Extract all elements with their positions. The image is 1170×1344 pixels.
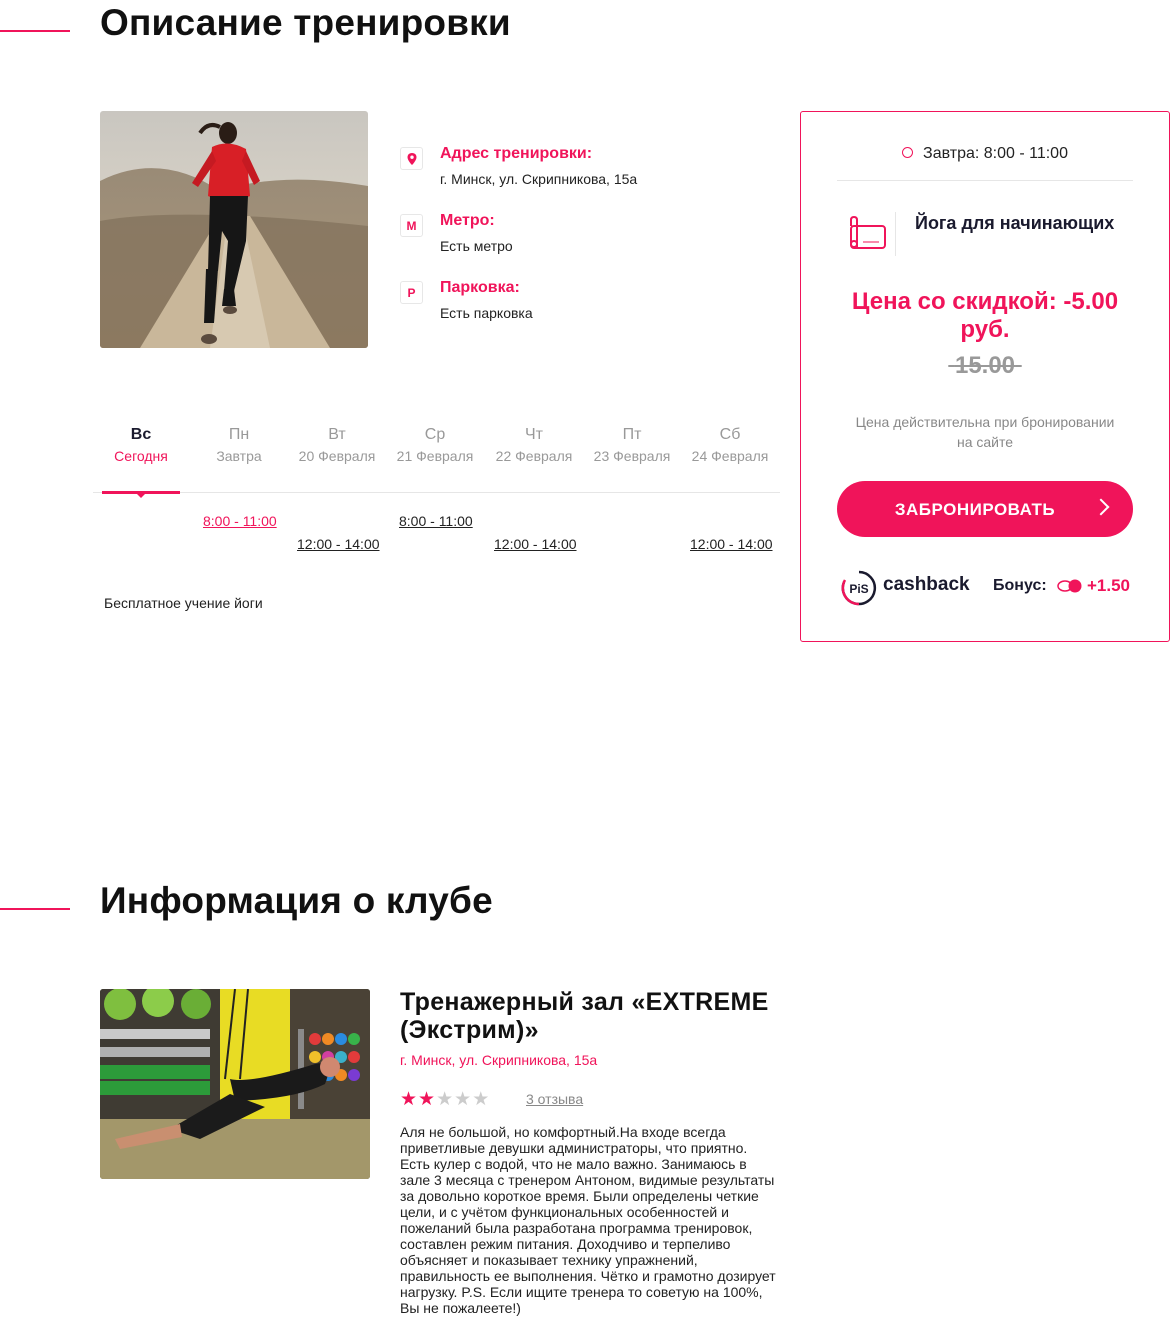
rating-stars: ★★★★★ bbox=[400, 1088, 490, 1111]
parking-title: Парковка: bbox=[440, 279, 520, 296]
bonus-value: +1.50 bbox=[1087, 576, 1131, 595]
review-text: Аля не большой, но комфортный.На входе в… bbox=[400, 1124, 776, 1316]
metro-title: Метро: bbox=[440, 212, 495, 229]
discount-price: Цена со скидкой: -5.00 руб. bbox=[851, 288, 1119, 343]
cashback-logo-icon: PiS bbox=[841, 570, 877, 606]
day-name: Ср bbox=[424, 426, 446, 443]
day-date: 23 Февраля bbox=[593, 448, 671, 464]
address-text: г. Минск, ул. Скрипникова, 15а bbox=[440, 171, 638, 187]
day-date: 21 Февраля bbox=[396, 448, 474, 464]
old-price: 15.00 bbox=[837, 352, 1133, 380]
day-date: 20 Февраля bbox=[298, 448, 376, 464]
price-note: Цена действительна при бронировании на с… bbox=[855, 414, 1115, 450]
day-date: 22 Февраля bbox=[495, 448, 573, 464]
workout-photo bbox=[100, 111, 368, 348]
section-accent-line bbox=[0, 908, 70, 910]
booking-card: Завтра: 8:00 - 11:00 Йога для начинающих… bbox=[800, 111, 1170, 642]
parking-text: Есть парковка bbox=[440, 305, 533, 321]
star-empty-icon: ★ bbox=[454, 1089, 473, 1110]
day-name: Пн bbox=[228, 426, 250, 443]
day-name: Сб bbox=[719, 426, 741, 443]
day-name: Вс bbox=[130, 426, 152, 443]
day-date: Завтра bbox=[216, 448, 262, 464]
day-date: 24 Февраля bbox=[691, 448, 769, 464]
time-slot-tue[interactable]: 12:00 - 14:00 bbox=[297, 536, 380, 552]
day-tab-sun[interactable]: Вс Сегодня bbox=[92, 426, 190, 464]
day-tab-sat[interactable]: Сб 24 Февраля bbox=[681, 426, 779, 464]
book-button-label: ЗАБРОНИРОВАТЬ bbox=[894, 500, 1056, 519]
workout-section-title: Описание тренировки bbox=[100, 2, 511, 43]
star-empty-icon: ★ bbox=[472, 1089, 491, 1110]
time-slot-wed[interactable]: 8:00 - 11:00 bbox=[399, 513, 473, 529]
workout-description: Бесплатное учение йоги bbox=[104, 595, 263, 611]
time-slot-sat[interactable]: 12:00 - 14:00 bbox=[690, 536, 773, 552]
time-slot-mon[interactable]: 8:00 - 11:00 bbox=[203, 513, 277, 529]
bonus-label: Бонус: bbox=[993, 577, 1047, 594]
section-accent-line bbox=[0, 30, 70, 32]
day-name: Пт bbox=[622, 426, 642, 443]
star-filled-icon: ★ bbox=[400, 1089, 419, 1110]
location-pin-icon bbox=[400, 147, 423, 170]
time-slot-thu[interactable]: 12:00 - 14:00 bbox=[494, 536, 577, 552]
day-tab-fri[interactable]: Пт 23 Февраля bbox=[583, 426, 681, 464]
reviews-link[interactable]: 3 отзыва bbox=[526, 1091, 583, 1107]
day-name: Чт bbox=[525, 426, 543, 443]
schedule-divider bbox=[93, 492, 780, 493]
club-photo bbox=[100, 989, 370, 1179]
booking-time-text: Завтра: 8:00 - 11:00 bbox=[923, 145, 1068, 162]
yoga-mat-icon bbox=[845, 215, 889, 252]
day-date: Сегодня bbox=[114, 448, 168, 464]
cashback-label: cashback bbox=[883, 574, 970, 595]
card-divider bbox=[837, 180, 1133, 181]
address-title: Адрес тренировки: bbox=[440, 145, 593, 162]
class-title: Йога для начинающих bbox=[915, 213, 1115, 233]
club-name[interactable]: Тренажерный зал «EXTREME (Экстрим)» bbox=[400, 988, 780, 1044]
clock-icon bbox=[902, 147, 914, 158]
cashback-logo-text: PiS bbox=[849, 582, 868, 596]
star-empty-icon: ★ bbox=[436, 1089, 455, 1110]
active-day-pointer bbox=[136, 493, 146, 498]
bonus-coin-icon bbox=[1057, 579, 1083, 593]
day-tab-wed[interactable]: Ср 21 Февраля bbox=[386, 426, 484, 464]
card-vertical-divider bbox=[895, 212, 896, 256]
day-tab-mon[interactable]: Пн Завтра bbox=[190, 426, 288, 464]
star-filled-icon: ★ bbox=[418, 1089, 437, 1110]
parking-icon: P bbox=[400, 281, 423, 304]
booking-time: Завтра: 8:00 - 11:00 bbox=[801, 145, 1169, 163]
metro-text: Есть метро bbox=[440, 238, 513, 254]
day-tab-tue[interactable]: Вт 20 Февраля bbox=[288, 426, 386, 464]
old-price-value: 15.00 bbox=[954, 352, 1016, 379]
club-address: г. Минск, ул. Скрипникова, 15а bbox=[400, 1052, 598, 1068]
day-tab-thu[interactable]: Чт 22 Февраля bbox=[485, 426, 583, 464]
metro-icon: М bbox=[400, 214, 423, 237]
day-name: Вт bbox=[328, 426, 346, 443]
club-section-title: Информация о клубе bbox=[100, 880, 493, 921]
book-button[interactable]: ЗАБРОНИРОВАТЬ bbox=[837, 481, 1133, 537]
